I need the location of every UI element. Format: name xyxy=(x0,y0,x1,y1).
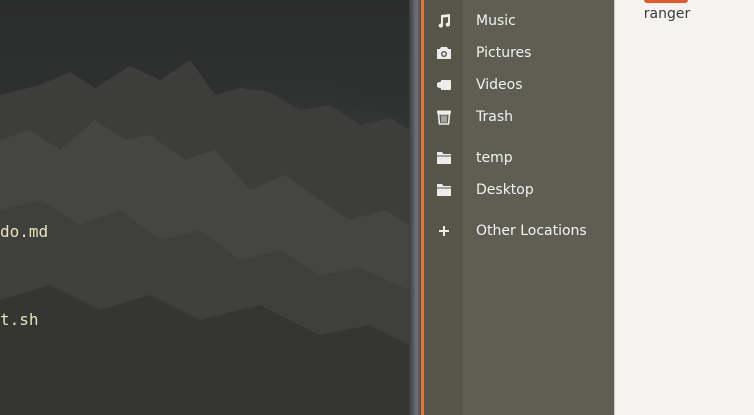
video-camera-icon xyxy=(424,69,463,101)
terminal-line: t.sh xyxy=(0,310,39,329)
sidebar-item-label: Music xyxy=(476,13,516,29)
sidebar-item-trash[interactable]: Trash xyxy=(424,101,614,133)
sidebar-item-label: temp xyxy=(476,150,513,166)
file-item-label: ranger xyxy=(643,6,691,22)
folder-icon xyxy=(424,174,463,206)
folder-icon xyxy=(424,142,463,174)
music-note-icon xyxy=(424,5,463,37)
sidebar-item-videos[interactable]: Videos xyxy=(424,69,614,101)
sidebar-item-label: Desktop xyxy=(476,182,534,198)
sidebar-item-temp[interactable]: temp xyxy=(424,142,614,174)
trash-icon xyxy=(424,101,463,133)
places-sidebar: Music Pictures Videos Trash temp Desktop xyxy=(424,0,614,415)
window-gap xyxy=(409,0,421,415)
sidebar-item-other-locations[interactable]: Other Locations xyxy=(424,215,614,247)
sidebar-item-music[interactable]: Music xyxy=(424,5,614,37)
folder-icon xyxy=(644,0,688,3)
terminal-line: do.md xyxy=(0,222,49,241)
sidebar-item-desktop[interactable]: Desktop xyxy=(424,174,614,206)
terminal-window[interactable]: do.md t.sh xyxy=(0,0,409,415)
plus-icon xyxy=(424,215,463,247)
sidebar-item-label: Pictures xyxy=(476,45,532,61)
sidebar-item-label: Other Locations xyxy=(476,223,587,239)
sidebar-item-label: Trash xyxy=(476,109,513,125)
sidebar-item-pictures[interactable]: Pictures xyxy=(424,37,614,69)
wallpaper-mountains xyxy=(0,60,409,415)
file-view: ranger xyxy=(615,0,754,415)
camera-icon xyxy=(424,37,463,69)
sidebar-item-label: Videos xyxy=(476,77,523,93)
